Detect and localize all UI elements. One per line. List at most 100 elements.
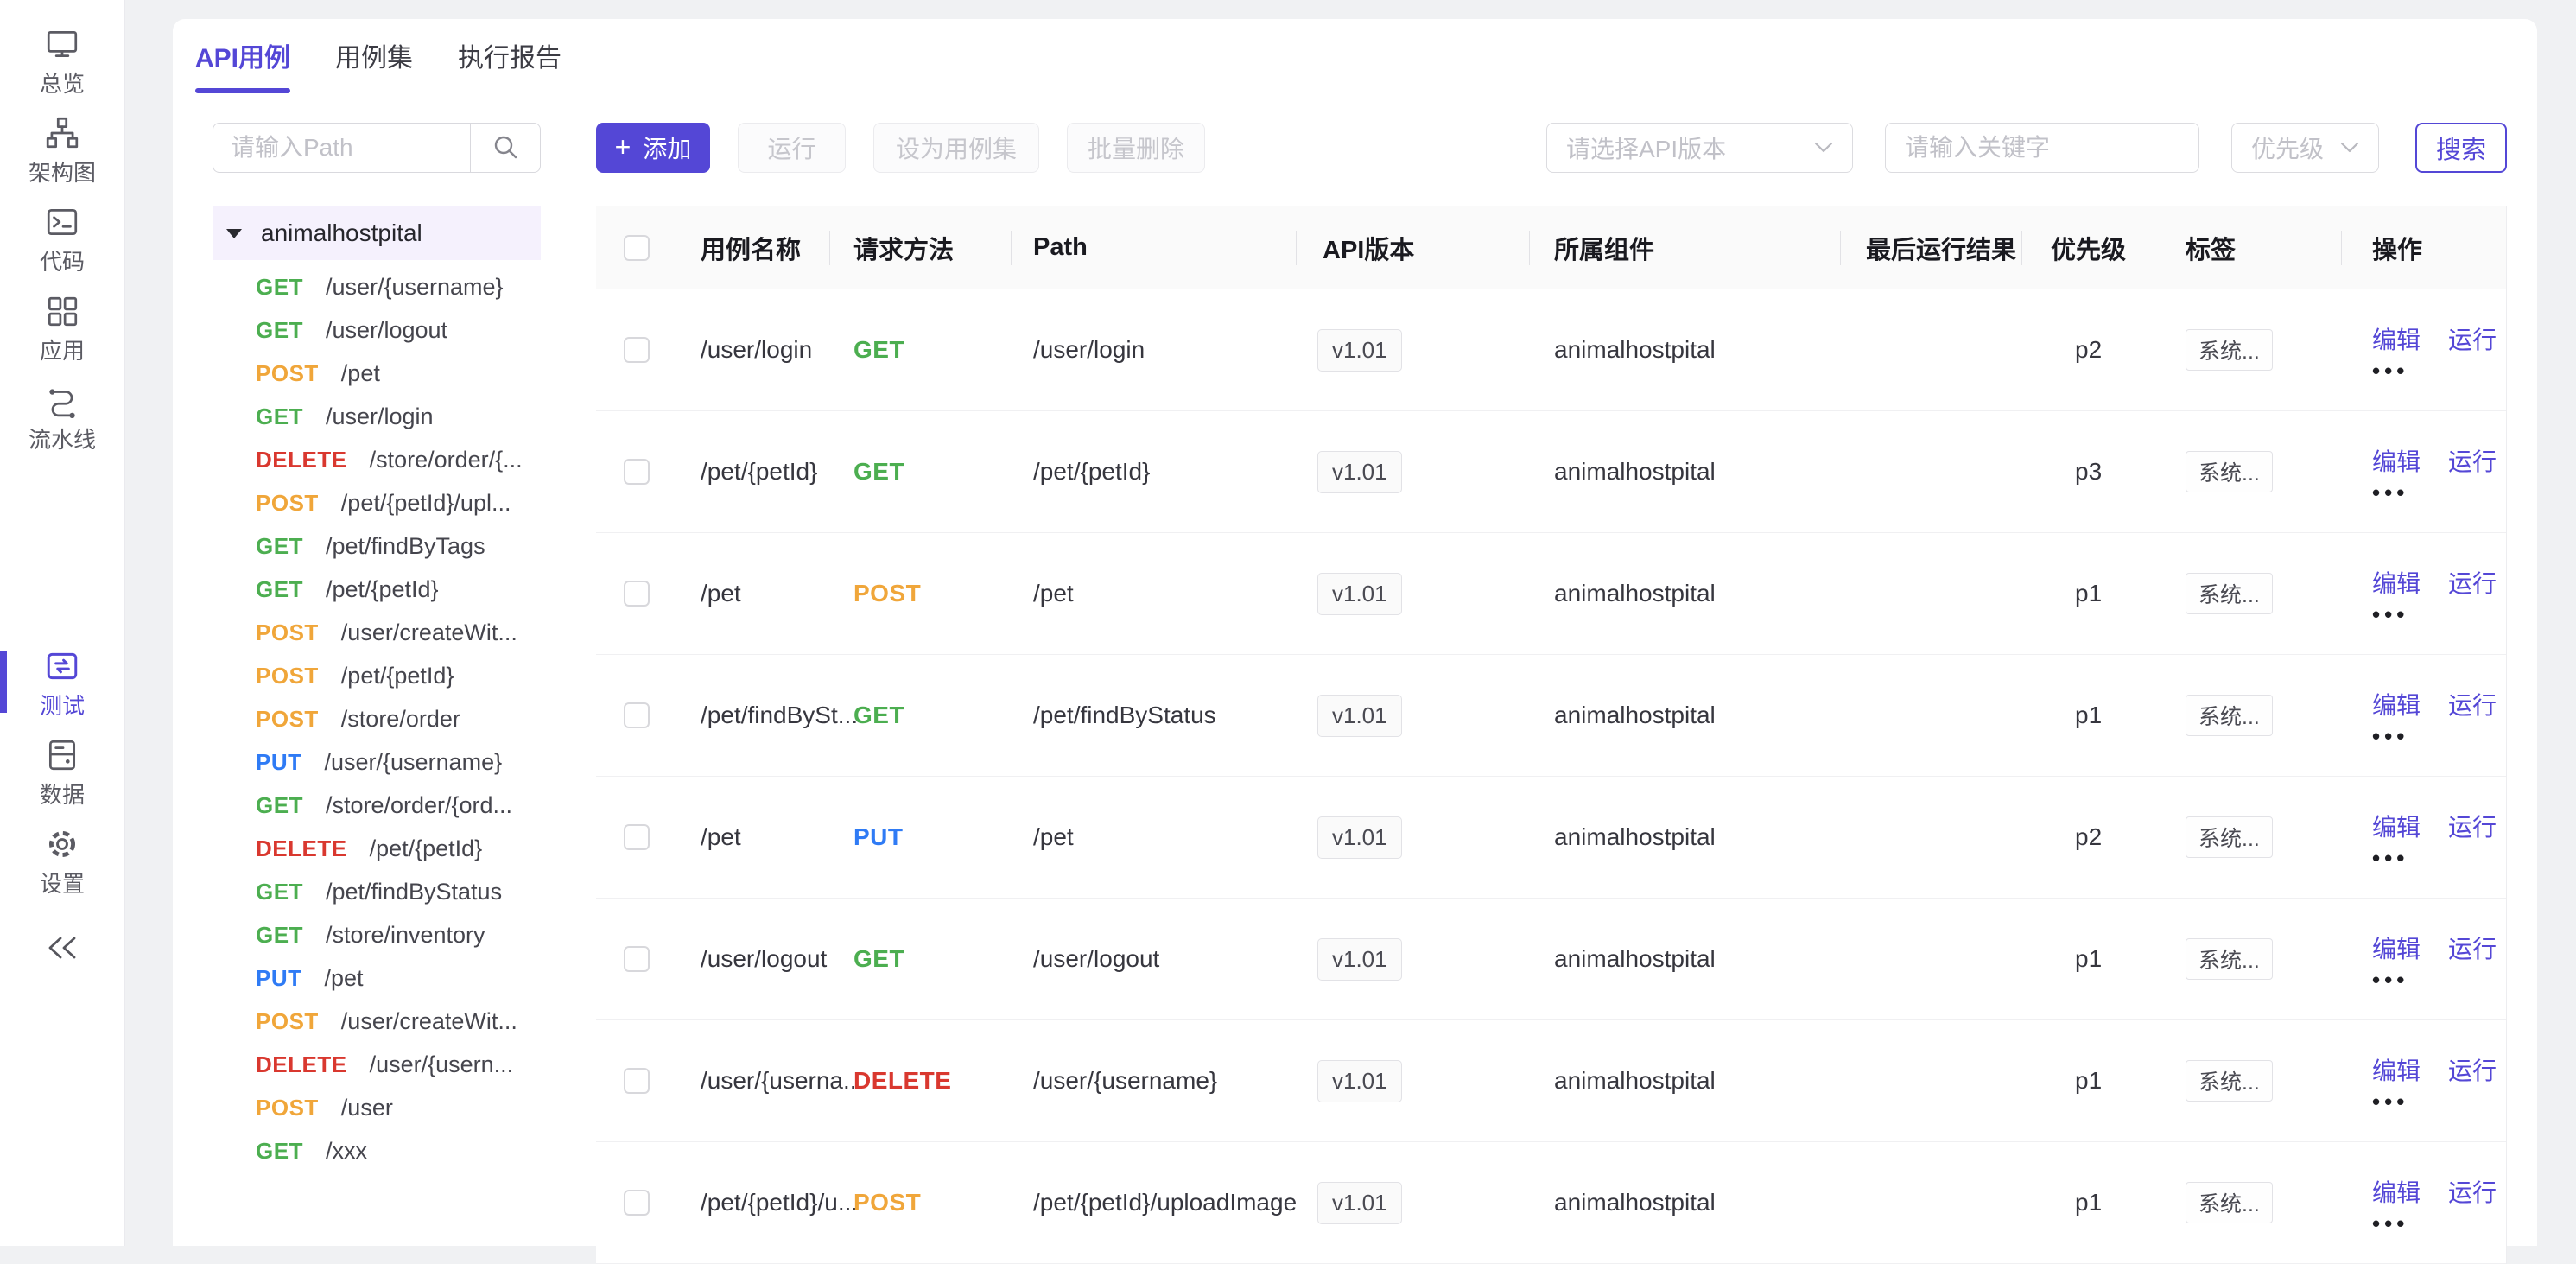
more-actions-icon[interactable]: ••• [2372,974,2408,988]
more-actions-icon[interactable]: ••• [2372,1096,2408,1109]
tree-endpoint-item[interactable]: POST /user [213,1086,541,1129]
set-as-suite-button[interactable]: 设为用例集 [873,123,1039,173]
content-card: API用例 用例集 执行报告 animalhostpital GET /user… [173,19,2537,1246]
tree-search-button[interactable] [470,123,541,173]
endpoint-tree-panel: animalhostpital GET /user/{username} GET… [213,123,541,1172]
sidebar-item-code[interactable]: 代码 [0,194,124,283]
sidebar-item-apps[interactable]: 应用 [0,283,124,372]
tree-endpoint-item[interactable]: GET /xxx [213,1129,541,1172]
sidebar-collapse-button[interactable] [0,918,124,981]
more-actions-icon[interactable]: ••• [2372,1217,2408,1231]
monitor-icon [44,26,80,67]
add-button[interactable]: + 添加 [596,123,710,173]
run-link[interactable]: 运行 [2448,443,2497,478]
edit-link[interactable]: 编辑 [2372,809,2421,843]
tree-endpoint-item[interactable]: POST /pet/{petId} [213,654,541,697]
tag-badge: 系统... [2186,329,2273,371]
chevron-down-icon [2340,142,2359,154]
row-checkbox[interactable] [624,1068,650,1094]
sidebar-item-label: 数据 [40,784,85,806]
run-link[interactable]: 运行 [2448,809,2497,843]
more-actions-icon[interactable]: ••• [2372,852,2408,866]
tree-endpoint-item[interactable]: PUT /pet [213,956,541,1000]
row-checkbox[interactable] [624,824,650,850]
path-search-input[interactable] [213,123,470,173]
tree-endpoint-item[interactable]: GET /user/{username} [213,265,541,308]
sidebar-item-test[interactable]: 测试 [0,638,124,727]
api-version-badge: v1.01 [1317,329,1402,372]
http-method-label: POST [256,619,319,646]
case-path: /user/login [1033,336,1145,364]
sidebar-item-label: 设置 [40,873,85,895]
sidebar-item-pipeline[interactable]: 流水线 [0,372,124,461]
sidebar-item-overview[interactable]: 总览 [0,16,124,105]
tree-endpoint-item[interactable]: DELETE /store/order/{... [213,438,541,481]
more-actions-icon[interactable]: ••• [2372,486,2408,500]
sidebar-item-data[interactable]: 数据 [0,727,124,816]
app-sidebar: 总览 架构图 代码 应用 流水线 测试 数据 设置 [0,0,125,1246]
tree-endpoint-item[interactable]: DELETE /user/{usern... [213,1043,541,1086]
tree-endpoint-item[interactable]: DELETE /pet/{petId} [213,827,541,870]
tree-endpoint-item[interactable]: GET /store/order/{ord... [213,784,541,827]
search-icon [491,132,520,164]
select-all-checkbox[interactable] [624,235,650,261]
keyword-input[interactable] [1885,123,2199,173]
tree-endpoint-item[interactable]: POST /pet [213,352,541,395]
tree-endpoint-item[interactable]: PUT /user/{username} [213,740,541,784]
sidebar-item-settings[interactable]: 设置 [0,816,124,905]
run-link[interactable]: 运行 [2448,565,2497,600]
edit-link[interactable]: 编辑 [2372,687,2421,721]
row-checkbox[interactable] [624,337,650,363]
tree-endpoint-item[interactable]: POST /pet/{petId}/upl... [213,481,541,524]
tab-api-cases[interactable]: API用例 [195,19,290,92]
run-link[interactable]: 运行 [2448,1174,2497,1209]
run-link[interactable]: 运行 [2448,687,2497,721]
row-checkbox[interactable] [624,702,650,728]
edit-link[interactable]: 编辑 [2372,931,2421,965]
tree-endpoint-item[interactable]: GET /pet/findByStatus [213,870,541,913]
batch-delete-button[interactable]: 批量删除 [1067,123,1205,173]
tree-endpoint-item[interactable]: GET /user/logout [213,308,541,352]
tree-endpoint-item[interactable]: GET /pet/findByTags [213,524,541,568]
sidebar-item-architecture[interactable]: 架构图 [0,105,124,194]
more-actions-icon[interactable]: ••• [2372,608,2408,622]
row-checkbox[interactable] [624,581,650,607]
row-checkbox[interactable] [624,459,650,485]
edit-link[interactable]: 编辑 [2372,1052,2421,1087]
run-button[interactable]: 运行 [738,123,846,173]
edit-link[interactable]: 编辑 [2372,565,2421,600]
table-row: /pet/{petId} GET /pet/{petId} v1.01 anim… [596,411,2506,533]
col-header-method: 请求方法 [829,206,1011,289]
more-actions-icon[interactable]: ••• [2372,365,2408,378]
tree-endpoint-item[interactable]: POST /user/createWit... [213,1000,541,1043]
edit-link[interactable]: 编辑 [2372,443,2421,478]
row-checkbox[interactable] [624,1190,650,1216]
tab-case-suites[interactable]: 用例集 [335,19,413,92]
row-checkbox[interactable] [624,946,650,972]
tree-root-node[interactable]: animalhostpital [213,206,541,260]
edit-link[interactable]: 编辑 [2372,321,2421,356]
more-actions-icon[interactable]: ••• [2372,730,2408,744]
tab-exec-reports[interactable]: 执行报告 [458,19,562,92]
add-button-label: 添加 [643,130,691,165]
tree-endpoint-item[interactable]: GET /user/login [213,395,541,438]
run-link[interactable]: 运行 [2448,931,2497,965]
endpoint-path-label: /pet [325,965,364,992]
tree-endpoint-item[interactable]: GET /store/inventory [213,913,541,956]
api-version-badge: v1.01 [1317,1060,1402,1102]
double-chevron-left-icon [43,931,81,969]
tree-endpoint-item[interactable]: GET /pet/{petId} [213,568,541,611]
tree-endpoint-item[interactable]: POST /store/order [213,697,541,740]
priority-select[interactable]: 优先级 [2231,123,2379,173]
http-method-label: GET [853,702,904,729]
edit-link[interactable]: 编辑 [2372,1174,2421,1209]
run-link[interactable]: 运行 [2448,1052,2497,1087]
api-version-select[interactable]: 请选择API版本 [1546,123,1853,173]
endpoint-path-label: /user/logout [326,317,447,344]
search-button[interactable]: 搜索 [2415,123,2507,173]
tree-endpoint-item[interactable]: POST /user/createWit... [213,611,541,654]
run-link[interactable]: 运行 [2448,321,2497,356]
priority-value: p1 [2075,945,2102,973]
component-name: animalhostpital [1554,1067,1716,1095]
table-row: /user/login GET /user/login v1.01 animal… [596,289,2506,411]
